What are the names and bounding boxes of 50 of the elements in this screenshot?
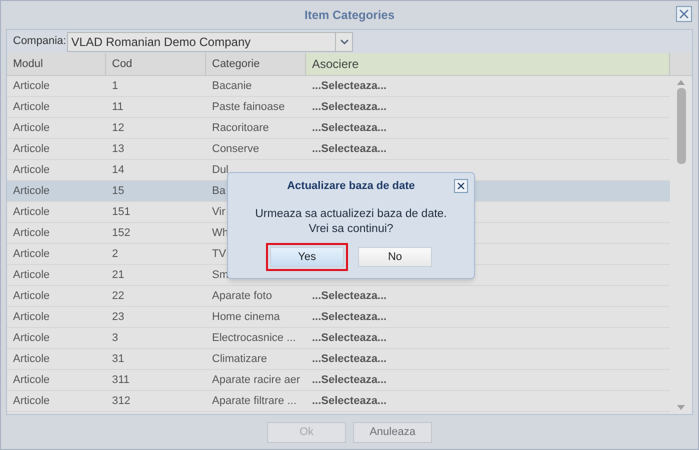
table-cell-text: Articole (12, 330, 51, 346)
table-cell-text: Aparate racire aer (212, 372, 300, 388)
table-cell-text: Articole (12, 184, 51, 199)
table-cell-text: Articole (12, 226, 51, 241)
table-cell-text: 11 (111, 100, 124, 115)
table-cell-text: Articole (12, 120, 51, 136)
table-cell-text: Articole (12, 204, 51, 220)
table-cell-text: Articole (12, 142, 51, 157)
table-cell-text: 13 (111, 142, 126, 157)
table-cell-text: 21 (111, 268, 126, 283)
company-label: Compania: (13, 34, 66, 50)
table-cell-text: 15 (111, 184, 126, 199)
table-cell-text: 31 (111, 352, 126, 367)
table-cell-text: Articole (12, 352, 51, 367)
table-cell-text: Ba (212, 184, 226, 199)
table-cell-text: Articole (12, 78, 51, 94)
table-cell-text: Aparate foto (212, 288, 272, 304)
table-cell-text: Articole (12, 246, 51, 262)
table-cell-text: 1 (111, 78, 120, 94)
table-cell-text: Articole (12, 162, 51, 178)
table-cell-text: 312 (111, 394, 132, 409)
table-cell-text: Paste fainoase (212, 100, 285, 115)
table-cell-text: 23 (111, 310, 126, 325)
table-cell-text: Articole (12, 100, 51, 115)
window-title: Item Categories (304, 7, 395, 24)
table-cell-text: Vir (212, 204, 226, 220)
table-cell-text: 152 (111, 226, 132, 241)
table-cell-text: Aparate filtrare ... (212, 394, 296, 409)
table-cell-text: Conserve (212, 142, 260, 157)
table-cell-text: Dul (212, 162, 229, 178)
table-cell-text: Racoritoare (212, 120, 269, 136)
table-cell-text: Articole (12, 372, 51, 388)
table-cell-text: Climatizare (212, 352, 268, 367)
table-cell-text: 3 (111, 330, 120, 346)
table-cell-text: Articole (12, 268, 51, 283)
table-cell-text: Articole (12, 310, 51, 325)
table-cell-text: 12 (111, 120, 126, 136)
table-cell-text: TV (212, 246, 226, 262)
table-cell-text: 151 (111, 204, 132, 220)
dialog-title: Actualizare baza de date (287, 178, 415, 194)
table-cell-text: Articole (12, 394, 51, 409)
table-cell-text: 14 (111, 162, 126, 178)
table-cell-text: Bacanie (212, 78, 252, 94)
dialog-message: Urmeaza sa actualizezi baza de date. Vrei sa continui? (255, 207, 447, 237)
table-cell-text: 311 (111, 372, 131, 388)
table-cell-text: Electrocasnice ... (212, 330, 296, 346)
table-cell-text: Articole (12, 288, 51, 304)
table-cell-text: Home cinema (212, 310, 280, 325)
table-cell-text: 22 (111, 288, 126, 304)
table-cell-text: 2 (111, 246, 120, 262)
